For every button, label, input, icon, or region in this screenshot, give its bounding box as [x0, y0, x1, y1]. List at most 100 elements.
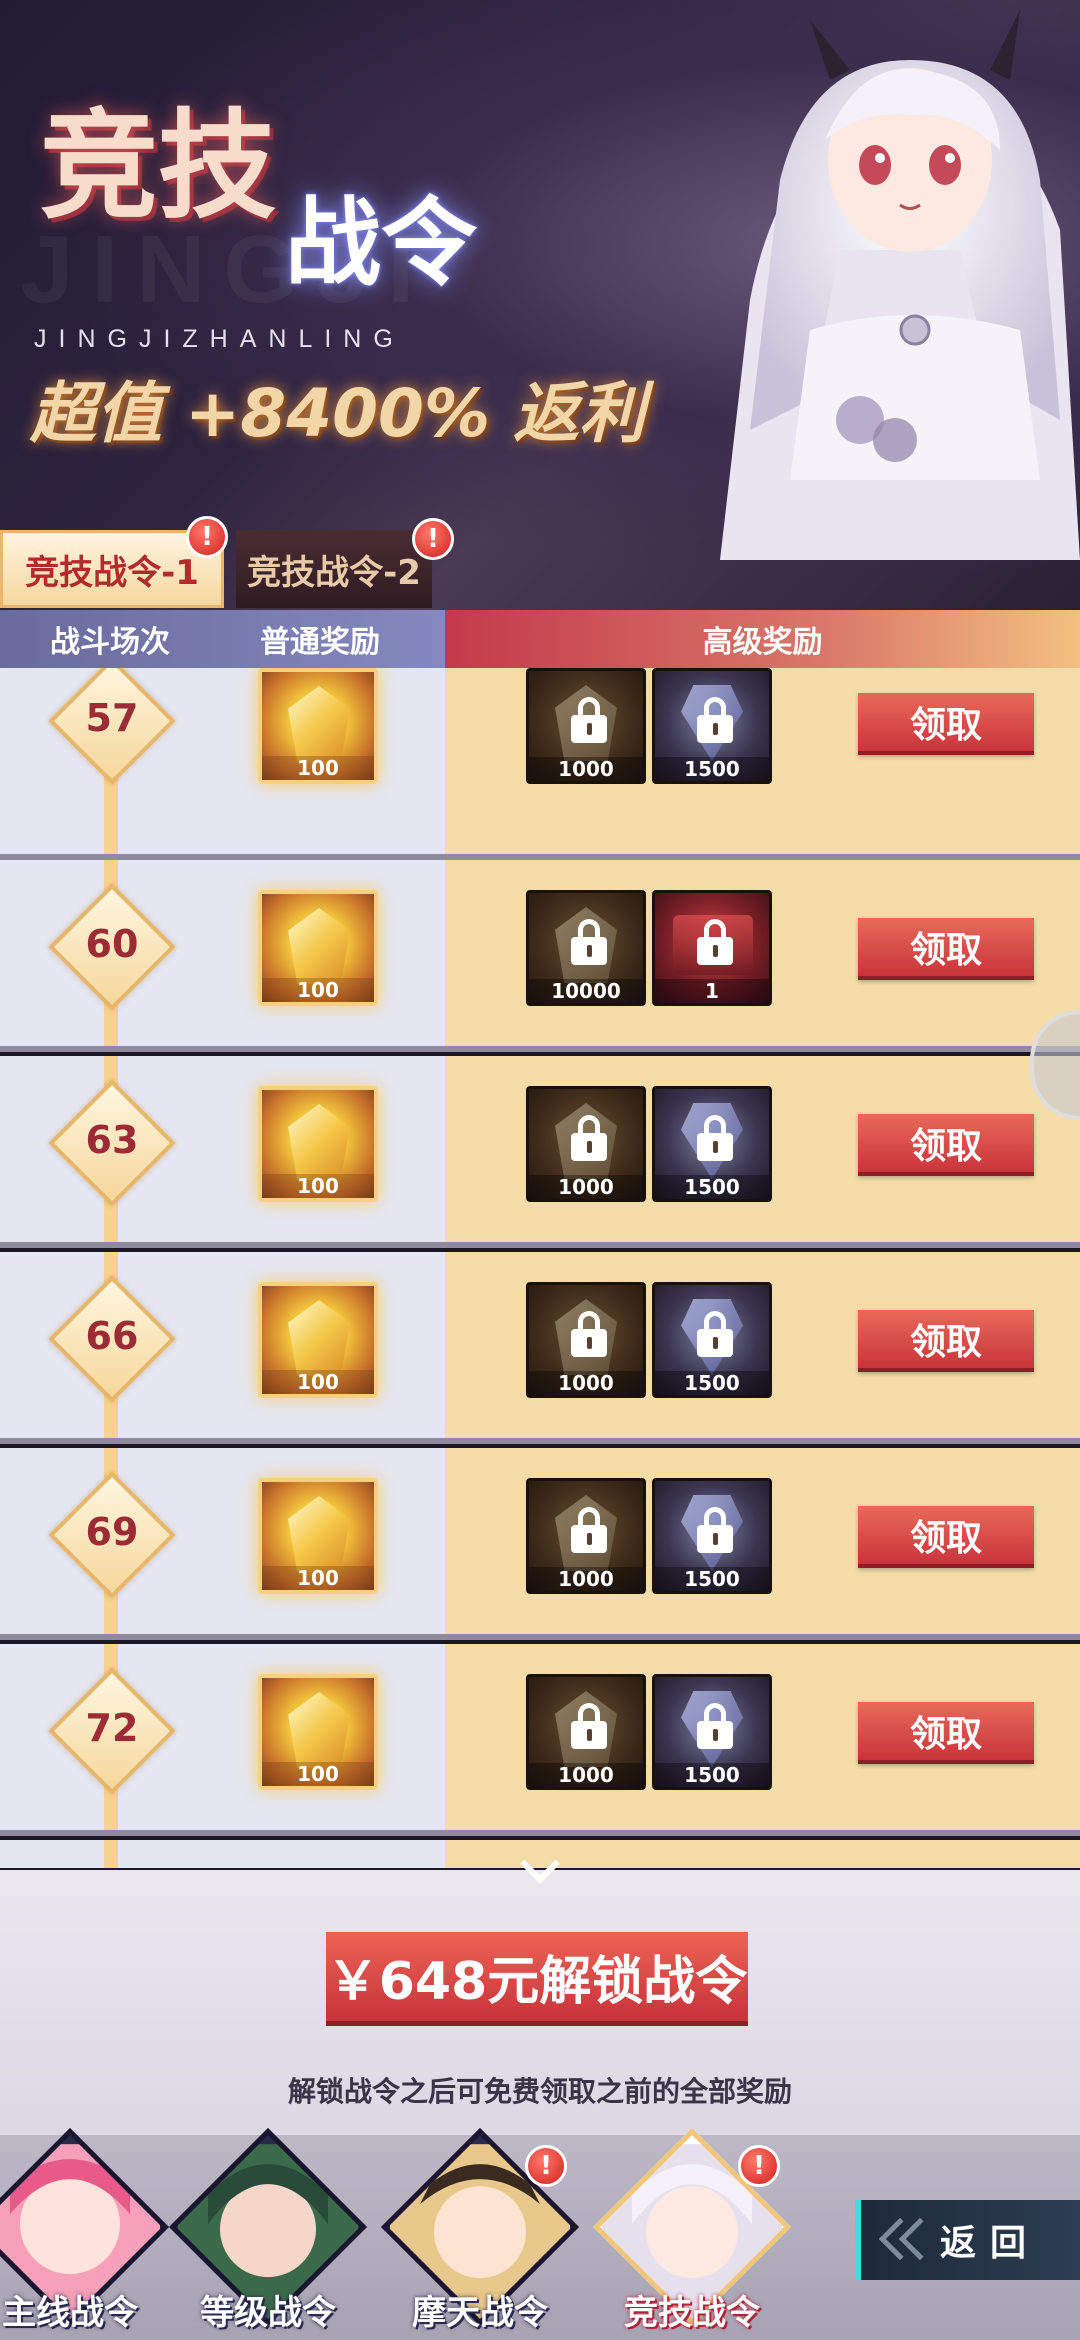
row-left-bg — [0, 1840, 445, 1868]
reward-quantity: 1000 — [529, 1567, 643, 1591]
advanced-reward-diamond[interactable]: 1500 — [652, 1674, 772, 1790]
advanced-reward-crystal[interactable]: 1000 — [526, 1086, 646, 1202]
claim-button[interactable]: 领取 — [858, 1702, 1034, 1764]
reward-quantity: 1500 — [655, 757, 769, 781]
reward-quantity: 1000 — [529, 757, 643, 781]
battle-count: 57 — [85, 696, 139, 740]
reward-quantity: 100 — [262, 756, 374, 780]
tab-label: 竞技战令-2 — [247, 552, 421, 593]
header-normal-reward: 普通奖励 — [260, 625, 380, 660]
normal-reward-crystal[interactable]: 100 — [258, 668, 378, 784]
banner-title-sub: 战令 — [285, 186, 477, 299]
back-label: 返回 — [939, 2223, 1040, 2264]
reward-quantity: 1000 — [529, 1175, 643, 1199]
lock-icon — [697, 1703, 733, 1749]
battle-count: 72 — [85, 1706, 139, 1750]
advanced-reward-crystal[interactable]: 1000 — [526, 1478, 646, 1594]
normal-reward-crystal[interactable]: 100 — [258, 1478, 378, 1594]
reward-quantity: 1500 — [655, 1763, 769, 1787]
header-banner: JINGJI 竞技 战令 JINGJIZHANLING 超值 +8400% 返利 — [0, 0, 1080, 610]
advanced-reward-diamond[interactable]: 1500 — [652, 1282, 772, 1398]
normal-reward-crystal[interactable]: 100 — [258, 890, 378, 1006]
advanced-reward-diamond[interactable]: 1500 — [652, 1478, 772, 1594]
reward-column-headers: 战斗场次 普通奖励 高级奖励 — [0, 610, 1080, 668]
reward-quantity: 1000 — [529, 1371, 643, 1395]
reward-quantity: 1 — [655, 979, 769, 1003]
reward-row: 60 100 10000 1 领取 — [0, 860, 1080, 1052]
reward-quantity: 1500 — [655, 1175, 769, 1199]
reward-quantity: 100 — [262, 1566, 374, 1590]
nav-level-pass[interactable]: 等级战令 — [158, 2128, 367, 2340]
crystal-icon — [288, 1104, 350, 1180]
reward-quantity: 1500 — [655, 1567, 769, 1591]
lock-icon — [697, 1311, 733, 1357]
lock-icon — [697, 1115, 733, 1161]
banner-title-main: 竞技 — [40, 96, 277, 235]
tab-arena-pass-2[interactable]: 竞技战令-2 — [236, 530, 432, 608]
back-arrow-icon — [878, 2216, 942, 2264]
crystal-icon — [288, 1496, 350, 1572]
lock-icon — [697, 697, 733, 743]
back-button[interactable]: 返回 — [855, 2200, 1080, 2280]
nav-label: 摩天战令 — [412, 2293, 548, 2333]
claim-button[interactable]: 领取 — [858, 1114, 1034, 1176]
claim-button[interactable]: 领取 — [858, 1310, 1034, 1372]
advanced-reward-diamond[interactable]: 1500 — [652, 668, 772, 784]
lock-icon — [571, 919, 607, 965]
header-advanced-reward: 高级奖励 — [445, 610, 1080, 668]
nav-label: 竞技战令 — [624, 2293, 760, 2333]
chevron-down-icon[interactable] — [520, 1844, 560, 1886]
tab-label: 竞技战令-1 — [25, 552, 199, 593]
reward-quantity: 100 — [262, 1370, 374, 1394]
normal-reward-crystal[interactable]: 100 — [258, 1674, 378, 1790]
unlock-panel: ￥648元解锁战令 解锁战令之后可免费领取之前的全部奖励 — [0, 1844, 1080, 2135]
reward-quantity: 100 — [262, 1174, 374, 1198]
alert-badge-icon: ! — [412, 518, 454, 560]
reward-quantity: 10000 — [529, 979, 643, 1003]
reward-list[interactable]: 57 100 1000 1500 领取 60 100 10000 1 领取 63… — [0, 668, 1080, 1868]
reward-quantity: 100 — [262, 1762, 374, 1786]
header-battle-count: 战斗场次 — [50, 625, 170, 660]
reward-row: 72 100 1000 1500 领取 — [0, 1644, 1080, 1836]
crystal-icon — [288, 908, 350, 984]
claim-button[interactable]: 领取 — [858, 1506, 1034, 1568]
reward-row: 69 100 1000 1500 领取 — [0, 1448, 1080, 1640]
nav-label: 等级战令 — [200, 2293, 336, 2333]
banner-promo: 超值 +8400% 返利 — [30, 375, 646, 452]
reward-row: 57 100 1000 1500 领取 — [0, 668, 1080, 860]
claim-button[interactable]: 领取 — [858, 918, 1034, 980]
reward-row: 66 100 1000 1500 领取 — [0, 1252, 1080, 1444]
lock-icon — [697, 1507, 733, 1553]
battle-count: 63 — [85, 1118, 139, 1162]
lock-icon — [571, 1311, 607, 1357]
header-left: 战斗场次 普通奖励 — [0, 610, 445, 668]
timeline-bar — [104, 1840, 118, 1868]
nav-main-pass[interactable]: 主线战令 — [0, 2128, 169, 2340]
advanced-reward-crystal[interactable]: 1000 — [526, 1282, 646, 1398]
normal-reward-crystal[interactable]: 100 — [258, 1282, 378, 1398]
character-illustration — [720, 10, 1080, 560]
reward-quantity: 1000 — [529, 1763, 643, 1787]
lock-icon — [571, 1703, 607, 1749]
battle-count: 69 — [85, 1510, 139, 1554]
crystal-icon — [288, 1300, 350, 1376]
reward-quantity: 1500 — [655, 1371, 769, 1395]
lock-icon — [697, 919, 733, 965]
alert-badge-icon: ! — [738, 2145, 780, 2187]
alert-badge-icon: ! — [525, 2145, 567, 2187]
advanced-reward-diamond[interactable]: 1500 — [652, 1086, 772, 1202]
normal-reward-crystal[interactable]: 100 — [258, 1086, 378, 1202]
battle-count: 66 — [85, 1314, 139, 1358]
unlock-pass-button[interactable]: ￥648元解锁战令 — [326, 1932, 748, 2026]
lock-icon — [571, 1115, 607, 1161]
reward-quantity: 100 — [262, 978, 374, 1002]
advanced-reward-chest[interactable]: 1 — [652, 890, 772, 1006]
bottom-nav: 主线战令 等级战令 摩天战令 ! 竞技战令 ! 返回 — [0, 2128, 1080, 2340]
crystal-icon — [288, 1692, 350, 1768]
unlock-note: 解锁战令之后可免费领取之前的全部奖励 — [287, 2075, 792, 2108]
advanced-reward-crystal[interactable]: 1000 — [526, 1674, 646, 1790]
claim-button[interactable]: 领取 — [858, 693, 1034, 755]
advanced-reward-crystal[interactable]: 1000 — [526, 668, 646, 784]
crystal-icon — [288, 686, 350, 762]
advanced-reward-crystal[interactable]: 10000 — [526, 890, 646, 1006]
